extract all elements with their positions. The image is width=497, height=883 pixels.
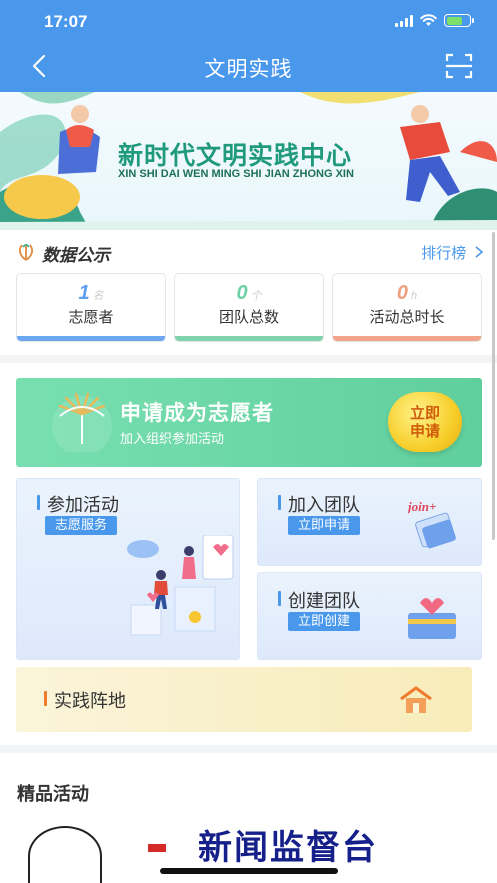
activity-card-title[interactable]: 新闻监督台 bbox=[198, 820, 378, 869]
tile-title: 实践阵地 bbox=[44, 687, 126, 713]
svg-text:join+: join+ bbox=[408, 499, 436, 514]
section-divider bbox=[0, 745, 497, 753]
join-team-icon: join+ bbox=[408, 499, 456, 549]
wifi-icon bbox=[420, 14, 437, 26]
stat-label: 活动总时长 bbox=[369, 308, 445, 326]
ranking-link-label: 排行榜 bbox=[421, 244, 467, 262]
tile-title: 加入团队 bbox=[278, 491, 360, 517]
home-indicator[interactable] bbox=[160, 868, 338, 874]
tile-title: 参加活动 bbox=[37, 491, 119, 517]
create-team-tile[interactable]: 创建团队 立即创建 bbox=[257, 572, 482, 660]
signal-icon bbox=[395, 14, 413, 27]
quality-activities-title: 精品活动 bbox=[17, 784, 89, 805]
tile-tag: 志愿服务 bbox=[45, 516, 118, 535]
join-activity-tile[interactable]: 参加活动 志愿服务 bbox=[16, 478, 240, 660]
activity-badge bbox=[148, 844, 166, 852]
data-section-title: 数据公示 bbox=[42, 246, 110, 266]
stat-label: 团队总数 bbox=[218, 308, 279, 326]
stat-value: 0h bbox=[396, 282, 418, 304]
leaf-logo-icon bbox=[19, 244, 33, 261]
tile-tag: 立即申请 bbox=[288, 516, 361, 535]
status-icons bbox=[395, 14, 474, 27]
page-title: 文明实践 bbox=[204, 57, 293, 81]
stat-card-teams[interactable]: 0个 团队总数 bbox=[174, 273, 324, 342]
house-icon bbox=[400, 686, 432, 713]
stat-value: 1名 bbox=[78, 282, 104, 304]
ranking-link[interactable]: 排行榜 bbox=[421, 242, 484, 263]
tile-tag: 立即创建 bbox=[288, 612, 361, 631]
banner-subtitle: XIN SHI DAI WEN MING SHI JIAN ZHONG XIN bbox=[118, 168, 354, 180]
battery-icon bbox=[444, 14, 474, 27]
apply-title: 申请成为志愿者 bbox=[120, 401, 274, 425]
data-section-header: 数据公示 排行榜 bbox=[16, 241, 486, 266]
stat-bar bbox=[175, 336, 323, 341]
apply-volunteer-banner[interactable]: 申请成为志愿者 加入组织参加活动 立即 申请 bbox=[16, 378, 482, 467]
stat-card-volunteers[interactable]: 1名 志愿者 bbox=[16, 273, 166, 342]
apply-subtitle: 加入组织参加活动 bbox=[120, 432, 225, 447]
scrollbar[interactable] bbox=[492, 232, 495, 540]
hero-banner[interactable]: 新时代文明实践中心 XIN SHI DAI WEN MING SHI JIAN … bbox=[0, 92, 497, 230]
practice-base-tile[interactable]: 实践阵地 bbox=[16, 667, 472, 732]
join-team-tile[interactable]: 加入团队 立即申请 join+ bbox=[257, 478, 482, 566]
status-time: 17:07 bbox=[44, 12, 88, 31]
create-team-icon bbox=[408, 598, 456, 639]
volunteer-activity-illustration bbox=[127, 535, 234, 636]
banner-title: 新时代文明实践中心 bbox=[118, 141, 353, 170]
stat-card-hours[interactable]: 0h 活动总时长 bbox=[332, 273, 482, 342]
activity-thumbnail[interactable] bbox=[28, 826, 102, 883]
tile-title: 创建团队 bbox=[278, 587, 360, 613]
stat-label: 志愿者 bbox=[68, 308, 114, 326]
app-header: 17:07 文明实践 bbox=[0, 0, 497, 92]
stat-value: 0个 bbox=[236, 282, 262, 304]
section-divider bbox=[0, 355, 497, 363]
stat-bar bbox=[17, 336, 165, 341]
palm-leaf-icon bbox=[52, 392, 112, 452]
stat-bar bbox=[333, 336, 481, 341]
scan-icon[interactable] bbox=[445, 53, 473, 79]
apply-now-button[interactable]: 立即 申请 bbox=[388, 392, 462, 452]
chevron-right-icon bbox=[475, 246, 484, 258]
